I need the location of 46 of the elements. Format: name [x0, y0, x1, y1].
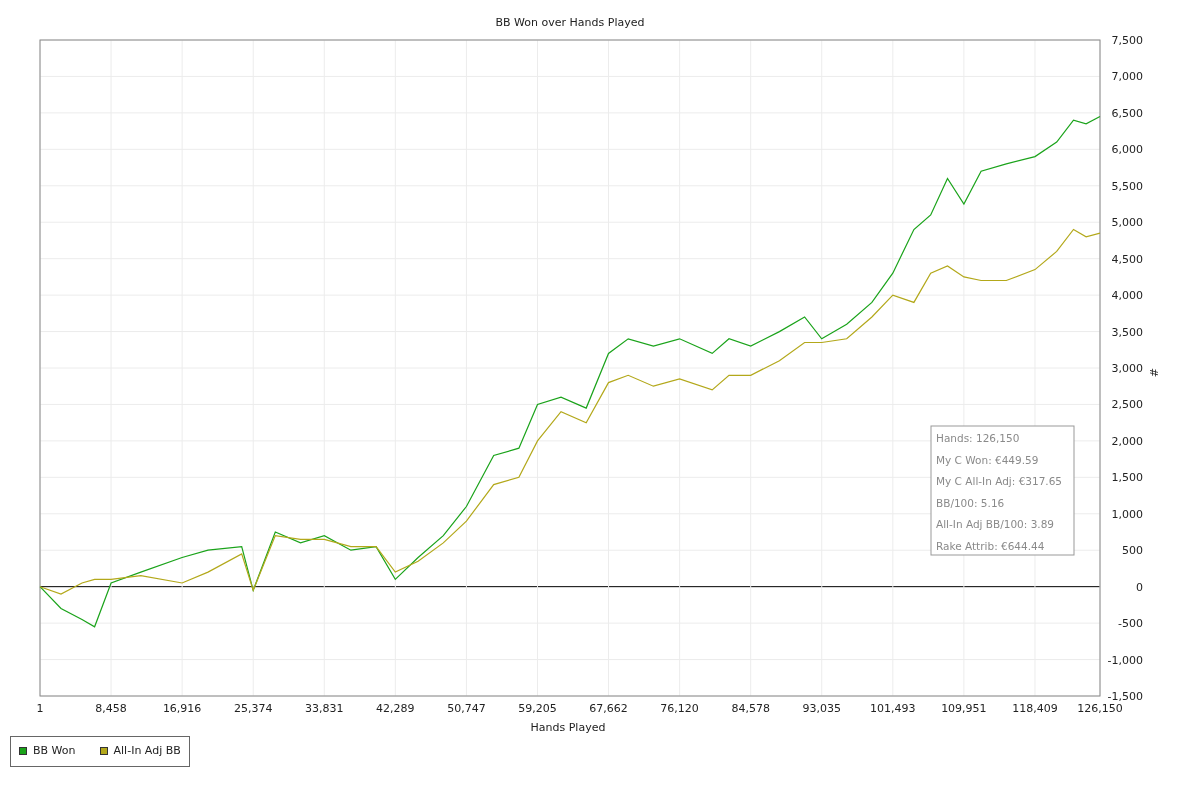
- info-text: My C Won: €449.59: [936, 453, 1039, 466]
- y-tick-label: 1,500: [1111, 471, 1143, 485]
- x-axis-label: Hands Played: [530, 721, 606, 734]
- y-axis-label: #: [1147, 368, 1160, 378]
- x-tick-label: 109,951: [941, 702, 987, 715]
- y-tick-label: 3,000: [1111, 362, 1143, 375]
- y-tick-label: 0: [1136, 580, 1143, 594]
- x-tick-label: 25,374: [233, 702, 273, 715]
- y-tick-label: 3,500: [1111, 325, 1143, 339]
- x-tick-label: 101,493: [870, 702, 916, 715]
- y-tick-label: 4,000: [1111, 289, 1143, 303]
- x-tick-label: 126,150: [1077, 702, 1123, 715]
- info-text: Hands: 126,150: [936, 432, 1020, 444]
- info-text: Rake Attrib: €644.44: [936, 539, 1045, 552]
- legend-label: All-In Adj BB: [113, 743, 181, 759]
- x-tick-label: 118,409: [1012, 702, 1058, 715]
- x-tick-label: 16,916: [162, 702, 202, 715]
- info-text: BB/100: 5.16: [936, 496, 1005, 509]
- y-tick-label: -1,500: [1107, 690, 1143, 703]
- y-tick-label: 4,500: [1111, 252, 1143, 266]
- x-tick-label: 1: [36, 702, 44, 715]
- x-tick-label: 42,289: [376, 702, 415, 715]
- y-tick-label: 7,500: [1111, 34, 1143, 47]
- y-tick-label: -500: [1118, 617, 1143, 631]
- y-tick-label: -1,000: [1107, 653, 1143, 667]
- x-tick-label: 50,747: [447, 702, 486, 715]
- x-tick-label: 8,458: [95, 702, 127, 715]
- legend-label: BB Won: [33, 743, 76, 759]
- info-text: All-In Adj BB/100: 3.89: [936, 518, 1055, 530]
- x-tick-label: 76,120: [660, 702, 699, 715]
- x-tick-label: 84,578: [731, 702, 770, 715]
- x-tick-label: 93,035: [802, 702, 841, 715]
- y-tick-label: 5,500: [1111, 179, 1143, 193]
- y-tick-label: 1,000: [1111, 507, 1143, 521]
- x-tick-label: 59,205: [518, 702, 557, 715]
- y-tick-label: 6,500: [1111, 106, 1143, 120]
- y-tick-label: 500: [1122, 544, 1143, 558]
- y-tick-label: 7,000: [1111, 70, 1143, 84]
- y-tick-label: 2,500: [1111, 398, 1143, 412]
- info-text: My C All-In Adj: €317.65: [936, 475, 1063, 487]
- x-tick-label: 67,662: [589, 702, 628, 715]
- y-tick-label: 6,000: [1111, 143, 1143, 157]
- y-tick-label: 5,000: [1111, 216, 1143, 230]
- y-tick-label: 2,000: [1111, 434, 1143, 448]
- x-tick-label: 33,831: [305, 702, 344, 715]
- chart-title: BB Won over Hands Played: [495, 16, 645, 29]
